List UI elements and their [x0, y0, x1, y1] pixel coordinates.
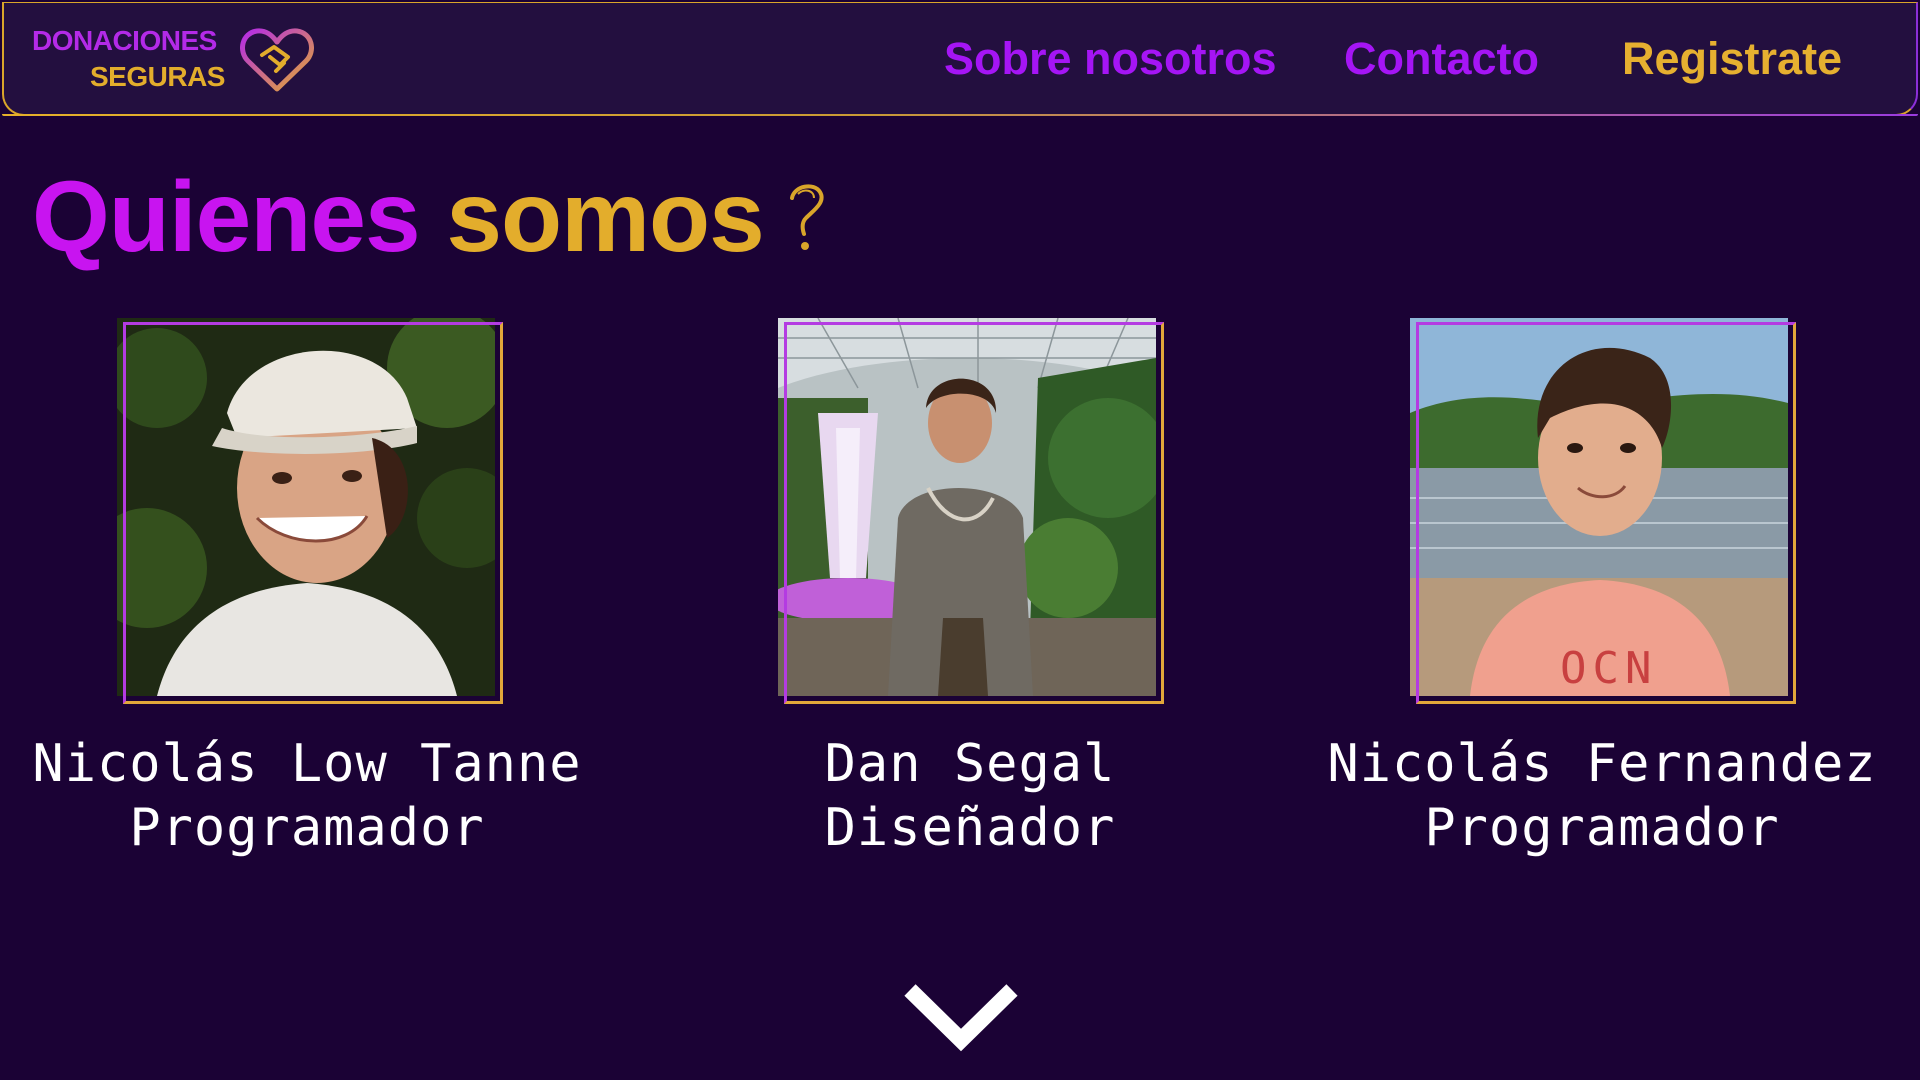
photo-frame [784, 322, 1164, 704]
member-photo-wrap [778, 318, 1164, 708]
nav-link-register[interactable]: Registrate [1622, 33, 1842, 85]
page-title-word2: somos [446, 161, 764, 273]
logo-text-line1: DONACIONES [32, 25, 217, 56]
logo-text-line2: SEGURAS [90, 61, 225, 92]
photo-frame [1416, 322, 1796, 704]
member-role: Programador [1424, 798, 1780, 858]
heart-handshake-icon [240, 28, 314, 92]
member-photo-wrap [117, 318, 503, 708]
photo-frame [123, 322, 503, 704]
nav-link-contact[interactable]: Contacto [1344, 33, 1539, 85]
member-role: Programador [129, 798, 485, 858]
question-mark-icon [790, 184, 824, 250]
member-role: Diseñador [824, 798, 1116, 858]
member-name: Nicolás Low Tanne [32, 734, 582, 794]
nav-link-about[interactable]: Sobre nosotros [944, 33, 1277, 85]
page-title: Quienes somos [32, 160, 765, 275]
member-photo-wrap: OCN [1410, 318, 1796, 708]
team-member-card: OCN Nicolás Fernandez Programador [1322, 318, 1882, 878]
page-title-word1: Quienes [32, 161, 421, 273]
logo[interactable]: DONACIONES SEGURAS [32, 25, 322, 95]
team-member-card: Nicolás Low Tanne Programador [27, 318, 587, 878]
navbar: DONACIONES SEGURAS Sobre nosotros Contac… [2, 2, 1918, 116]
team-member-card: Dan Segal Diseñador [690, 318, 1250, 878]
member-name: Nicolás Fernandez [1327, 734, 1877, 794]
chevron-down-icon[interactable] [902, 982, 1020, 1054]
member-name: Dan Segal [824, 734, 1116, 794]
